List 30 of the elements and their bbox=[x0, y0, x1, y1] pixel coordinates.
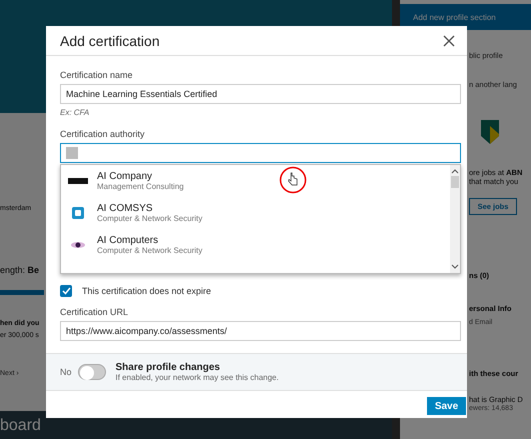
badge-logo-icon bbox=[72, 207, 84, 219]
scroll-thumb[interactable] bbox=[451, 176, 459, 188]
expiry-checkbox[interactable] bbox=[60, 285, 72, 297]
share-description: If enabled, your network may see this change. bbox=[116, 373, 279, 382]
close-icon[interactable] bbox=[443, 34, 455, 46]
scrollbar[interactable] bbox=[450, 165, 460, 273]
checkbox-label: This certification does not expire bbox=[82, 286, 212, 296]
company-placeholder-icon bbox=[66, 147, 78, 159]
field-label: Certification authority bbox=[60, 129, 146, 139]
scroll-up-icon[interactable] bbox=[451, 168, 459, 174]
dialog-title: Add certification bbox=[60, 32, 160, 48]
field-label: Certification URL bbox=[60, 307, 130, 317]
toggle-state-text: No bbox=[60, 367, 72, 377]
profile-strength-text: ength: Be bbox=[0, 264, 40, 276]
name-input[interactable]: Machine Learning Essentials Certified bbox=[60, 84, 461, 104]
eye-logo-icon bbox=[71, 241, 85, 249]
authority-input[interactable] bbox=[60, 143, 461, 163]
save-button[interactable]: Save bbox=[427, 397, 466, 415]
scroll-down-icon[interactable] bbox=[451, 264, 459, 270]
wordmark-logo-icon bbox=[68, 178, 88, 184]
shield-logo-icon bbox=[481, 120, 499, 144]
field-hint: Ex: CFA bbox=[60, 108, 90, 117]
share-toggle[interactable] bbox=[78, 364, 106, 380]
strength-meter bbox=[0, 290, 44, 295]
suggestion-item[interactable]: AI Company Management Consulting bbox=[61, 165, 450, 197]
field-label: Certification name bbox=[60, 70, 134, 80]
share-title: Share profile changes bbox=[116, 362, 221, 373]
url-input[interactable]: https://www.aicompany.co/assessments/ bbox=[60, 321, 461, 341]
add-section-button[interactable]: Add new profile section bbox=[400, 4, 531, 30]
cursor-highlight-icon bbox=[279, 166, 307, 194]
